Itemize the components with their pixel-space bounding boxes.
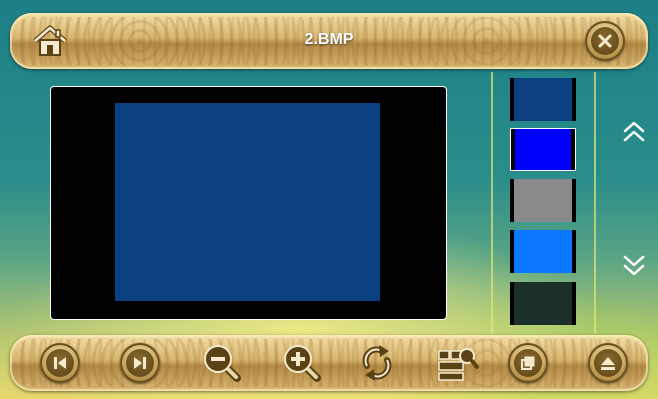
- eject-icon: [601, 357, 615, 370]
- file-title: 2.BMP: [304, 31, 354, 48]
- image-viewer[interactable]: [50, 86, 447, 320]
- thumbnail-3[interactable]: [510, 179, 576, 222]
- rotate-icon: [362, 345, 392, 381]
- zoom-out-button[interactable]: [200, 341, 244, 385]
- slideshow-settings-icon: [438, 348, 479, 381]
- rotate-button[interactable]: [355, 342, 399, 384]
- zoom-in-icon: [284, 345, 321, 382]
- thumbnail-2[interactable]: [510, 128, 576, 171]
- double-chevron-down-icon: [623, 255, 645, 276]
- thumbnail-1[interactable]: [510, 78, 576, 121]
- double-chevron-up-icon: [623, 121, 645, 142]
- top-bar: 2.BMP: [10, 13, 648, 69]
- next-icon: [134, 357, 146, 369]
- control-bar: [10, 335, 648, 391]
- zoom-in-button[interactable]: [280, 341, 324, 385]
- zoom-out-icon: [204, 345, 241, 382]
- next-button[interactable]: [120, 343, 160, 383]
- previous-button[interactable]: [40, 343, 80, 383]
- thumbnail-5[interactable]: [510, 282, 576, 325]
- scroll-down-button[interactable]: [618, 252, 650, 280]
- displayed-image: [115, 103, 380, 301]
- close-button[interactable]: [585, 21, 625, 61]
- close-icon: [598, 34, 612, 48]
- previous-icon: [54, 357, 66, 369]
- scroll-up-button[interactable]: [618, 117, 650, 145]
- window-icon: [521, 356, 535, 370]
- window-button[interactable]: [508, 343, 548, 383]
- thumbnail-panel: [491, 72, 596, 334]
- eject-button[interactable]: [588, 343, 628, 383]
- thumbnail-4[interactable]: [510, 230, 576, 273]
- slideshow-settings-button[interactable]: [436, 343, 480, 383]
